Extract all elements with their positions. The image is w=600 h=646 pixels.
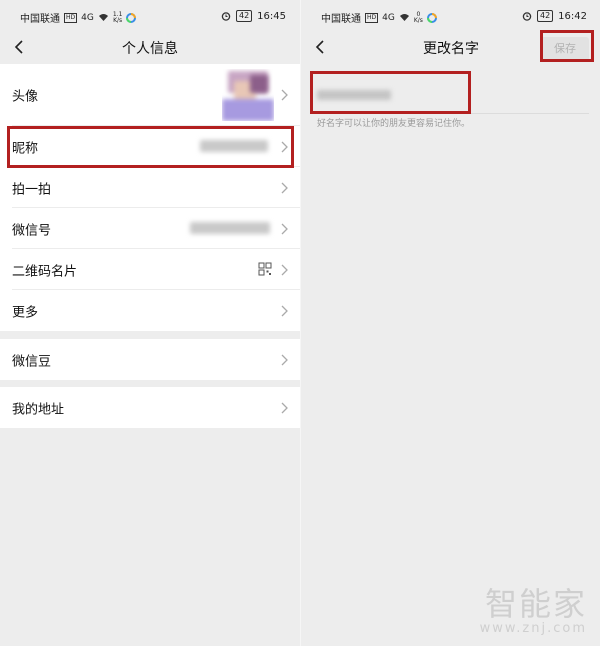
- row-label: 更多: [12, 305, 39, 320]
- chevron-right-icon: [281, 264, 288, 275]
- app-notification-icon: [426, 12, 437, 23]
- row-label: 头像: [12, 89, 39, 105]
- watermark-logo: 智能家: [484, 585, 587, 623]
- row-more[interactable]: 更多: [0, 290, 300, 331]
- row-label: 微信号: [12, 223, 52, 238]
- clock: 16:45: [257, 10, 286, 22]
- app-notification-icon: [126, 12, 137, 23]
- row-qr-card[interactable]: 二维码名片: [0, 249, 300, 290]
- qr-code-icon: [258, 262, 272, 276]
- hd-badge: HD: [64, 12, 78, 23]
- status-bar: 中国联通 HD 4G 1.1 K/s 42 16:45: [0, 0, 300, 32]
- chevron-right-icon: [281, 182, 288, 193]
- row-label: 我的地址: [12, 402, 65, 417]
- row-my-address[interactable]: 我的地址: [0, 387, 300, 428]
- row-wechat-beans[interactable]: 微信豆: [0, 339, 300, 380]
- chevron-right-icon: [281, 402, 288, 413]
- name-hint: 好名字可以让你的朋友更容易记住你。: [317, 119, 471, 129]
- carrier-label: 中国联通: [20, 14, 60, 25]
- name-input-highlight-box: [310, 71, 471, 114]
- nav-bar: 个人信息: [0, 32, 300, 62]
- chevron-right-icon: [281, 223, 288, 234]
- save-highlight-box: [540, 30, 594, 62]
- row-avatar[interactable]: 头像: [0, 64, 300, 126]
- net-speed: 1.1 K/s: [112, 10, 123, 24]
- alarm-icon: [522, 12, 532, 21]
- carrier-label: 中国联通: [321, 14, 361, 25]
- hd-badge: HD: [365, 12, 379, 23]
- row-wechat-id[interactable]: 微信号: [0, 208, 300, 249]
- chevron-right-icon: [281, 354, 288, 365]
- signal-label: 4G: [382, 12, 395, 23]
- nav-bar: 更改名字 保存: [301, 30, 600, 62]
- watermark: 智能家 www.znj.com: [480, 587, 587, 636]
- nickname-highlight-box: [7, 126, 294, 168]
- alarm-icon: [221, 12, 231, 21]
- personal-info-screen: 中国联通 HD 4G 1.1 K/s 42 16:45 个人信息 头像 昵称 拍…: [0, 0, 300, 646]
- wifi-icon: [399, 14, 409, 21]
- wifi-icon: [98, 14, 108, 21]
- chevron-right-icon: [281, 89, 288, 101]
- row-pat[interactable]: 拍一拍: [0, 167, 300, 208]
- chevron-right-icon: [281, 305, 288, 316]
- profile-group: 头像 昵称 拍一拍 微信号 二维码名片 更多: [0, 64, 300, 331]
- watermark-url: www.znj.com: [479, 621, 587, 636]
- change-name-screen: 中国联通 HD 4G 0 K/s 42 16:42 更改名字 保存 好名字可以让你…: [301, 0, 600, 646]
- clock: 16:42: [558, 10, 587, 22]
- battery-indicator: 42: [536, 10, 554, 22]
- wechat-id-value-blurred: [190, 222, 270, 234]
- battery-indicator: 42: [235, 10, 253, 22]
- signal-label: 4G: [81, 12, 94, 23]
- page-title: 个人信息: [122, 41, 178, 57]
- row-label: 拍一拍: [12, 182, 52, 197]
- row-label: 微信豆: [12, 354, 52, 369]
- avatar: [222, 69, 274, 121]
- row-label: 二维码名片: [12, 264, 78, 279]
- status-bar: 中国联通 HD 4G 0 K/s 42 16:42: [301, 0, 600, 32]
- net-speed: 0 K/s: [413, 10, 423, 24]
